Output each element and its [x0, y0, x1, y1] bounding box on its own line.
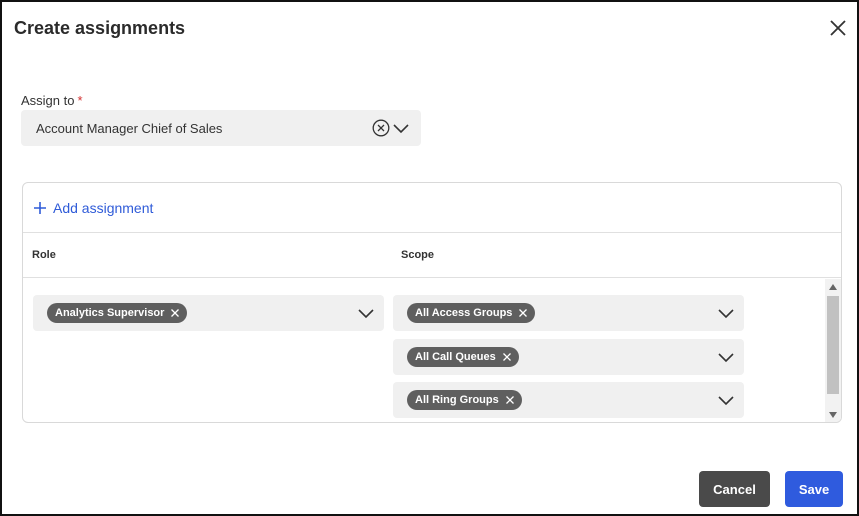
required-marker: * [77, 93, 83, 108]
scope-select-call-queues[interactable]: All Call Queues [393, 339, 744, 375]
column-header-role: Role [32, 249, 56, 261]
chevron-down-icon[interactable] [718, 306, 734, 320]
scope-chip: All Access Groups [407, 303, 536, 323]
clear-circle-icon[interactable] [372, 119, 390, 137]
scope-chip-label: All Access Groups [415, 307, 513, 319]
assign-to-label: Assign to * [21, 93, 83, 108]
vertical-scrollbar[interactable] [825, 279, 841, 422]
scrollbar-thumb[interactable] [827, 296, 839, 394]
assignments-header-row: Role Scope [23, 233, 841, 278]
scroll-up-arrow-icon[interactable] [829, 284, 837, 290]
column-header-scope: Scope [401, 249, 435, 261]
assign-to-label-text: Assign to [21, 93, 75, 108]
assign-to-select[interactable]: Account Manager Chief of Sales [21, 110, 421, 146]
close-button[interactable] [828, 18, 848, 38]
assignment-row: Analytics Supervisor All Access Groups A… [23, 279, 841, 422]
save-button[interactable]: Save [785, 471, 843, 507]
scope-chip-label: All Ring Groups [415, 394, 499, 406]
create-assignments-dialog: Create assignments Assign to * Account Ma… [0, 0, 859, 516]
assign-to-value: Account Manager Chief of Sales [36, 121, 223, 136]
scope-chip: All Ring Groups [407, 390, 522, 410]
close-icon[interactable] [828, 18, 848, 38]
chip-remove-icon[interactable] [518, 308, 528, 318]
scope-select-ring-groups[interactable]: All Ring Groups [393, 382, 744, 418]
chevron-down-icon[interactable] [718, 393, 734, 407]
scope-chip-label: All Call Queues [415, 351, 496, 363]
scope-chip: All Call Queues [407, 347, 519, 367]
chevron-down-icon[interactable] [358, 306, 374, 320]
role-select[interactable]: Analytics Supervisor [33, 295, 384, 331]
cancel-button[interactable]: Cancel [699, 471, 770, 507]
scope-select-access-groups[interactable]: All Access Groups [393, 295, 744, 331]
assignments-panel: Add assignment Role Scope Analytics Supe… [22, 182, 842, 423]
dialog-title: Create assignments [14, 18, 186, 38]
add-assignment-button[interactable]: Add assignment [33, 198, 153, 218]
plus-icon [34, 202, 46, 214]
add-assignment-row: Add assignment [23, 183, 841, 233]
role-chip: Analytics Supervisor [47, 303, 188, 323]
chevron-down-icon[interactable] [393, 121, 409, 135]
add-assignment-label: Add assignment [53, 200, 154, 216]
role-chip-label: Analytics Supervisor [55, 307, 165, 319]
chip-remove-icon[interactable] [505, 395, 515, 405]
chevron-down-icon[interactable] [718, 350, 734, 364]
chip-remove-icon[interactable] [170, 308, 180, 318]
scroll-down-arrow-icon[interactable] [829, 412, 837, 418]
chip-remove-icon[interactable] [502, 352, 512, 362]
